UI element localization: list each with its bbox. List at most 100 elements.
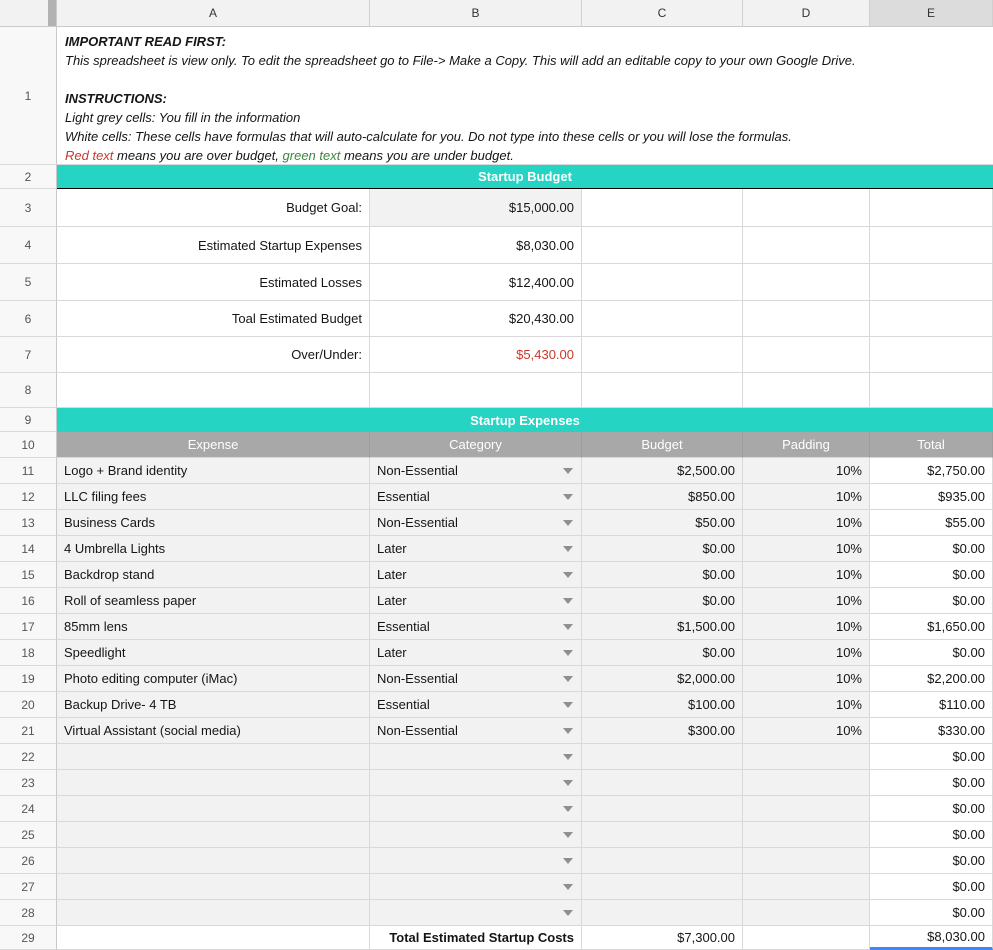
category-dropdown-cell[interactable]: Essential: [370, 484, 582, 510]
column-header-e[interactable]: E: [870, 0, 993, 27]
budget-label-cell[interactable]: Toal Estimated Budget: [57, 301, 370, 337]
column-header-b[interactable]: B: [370, 0, 582, 27]
chevron-down-icon[interactable]: [563, 572, 573, 578]
budget-label-cell[interactable]: Over/Under:: [57, 337, 370, 373]
padding-cell[interactable]: [743, 822, 870, 848]
row-number[interactable]: 23: [0, 770, 57, 796]
budget-cell[interactable]: $0.00: [582, 640, 743, 666]
row-number[interactable]: 29: [0, 926, 57, 950]
expense-cell[interactable]: [57, 900, 370, 926]
header-expense[interactable]: Expense: [57, 432, 370, 458]
expense-cell[interactable]: [57, 796, 370, 822]
chevron-down-icon[interactable]: [563, 728, 573, 734]
total-cell[interactable]: $0.00: [870, 822, 993, 848]
budget-cell[interactable]: [582, 822, 743, 848]
budget-banner[interactable]: Startup Budget: [57, 165, 993, 189]
budget-cell[interactable]: [582, 770, 743, 796]
chevron-down-icon[interactable]: [563, 780, 573, 786]
chevron-down-icon[interactable]: [563, 858, 573, 864]
budget-cell[interactable]: $850.00: [582, 484, 743, 510]
padding-cell[interactable]: 10%: [743, 640, 870, 666]
chevron-down-icon[interactable]: [563, 754, 573, 760]
total-cell[interactable]: $0.00: [870, 744, 993, 770]
padding-cell[interactable]: 10%: [743, 692, 870, 718]
row-number[interactable]: 14: [0, 536, 57, 562]
budget-value-cell[interactable]: $12,400.00: [370, 264, 582, 301]
empty-cell[interactable]: [870, 301, 993, 337]
row-number[interactable]: 17: [0, 614, 57, 640]
budget-cell[interactable]: $300.00: [582, 718, 743, 744]
padding-cell[interactable]: 10%: [743, 718, 870, 744]
row-number[interactable]: 10: [0, 432, 57, 458]
row-number[interactable]: 5: [0, 264, 57, 301]
row-number[interactable]: 21: [0, 718, 57, 744]
category-dropdown-cell[interactable]: [370, 744, 582, 770]
category-dropdown-cell[interactable]: [370, 848, 582, 874]
category-dropdown-cell[interactable]: Non-Essential: [370, 510, 582, 536]
row-number[interactable]: 6: [0, 301, 57, 337]
row-number[interactable]: 16: [0, 588, 57, 614]
expense-cell[interactable]: Speedlight: [57, 640, 370, 666]
padding-cell[interactable]: 10%: [743, 536, 870, 562]
total-cell[interactable]: $0.00: [870, 536, 993, 562]
budget-cell[interactable]: $0.00: [582, 588, 743, 614]
chevron-down-icon[interactable]: [563, 884, 573, 890]
expense-cell[interactable]: [57, 874, 370, 900]
empty-cell[interactable]: [870, 373, 993, 408]
chevron-down-icon[interactable]: [563, 910, 573, 916]
column-header-c[interactable]: C: [582, 0, 743, 27]
category-dropdown-cell[interactable]: Essential: [370, 692, 582, 718]
row-number[interactable]: 1: [0, 27, 57, 165]
total-cell[interactable]: $0.00: [870, 874, 993, 900]
budget-cell[interactable]: [582, 900, 743, 926]
header-total[interactable]: Total: [870, 432, 993, 458]
row-number[interactable]: 19: [0, 666, 57, 692]
padding-cell[interactable]: 10%: [743, 458, 870, 484]
expense-cell[interactable]: [57, 744, 370, 770]
budget-cell[interactable]: $0.00: [582, 536, 743, 562]
empty-cell[interactable]: [743, 373, 870, 408]
total-cell[interactable]: $110.00: [870, 692, 993, 718]
header-budget[interactable]: Budget: [582, 432, 743, 458]
expense-cell[interactable]: [57, 848, 370, 874]
empty-cell[interactable]: [582, 264, 743, 301]
expense-cell[interactable]: 85mm lens: [57, 614, 370, 640]
empty-cell[interactable]: [582, 189, 743, 227]
grand-total-cell[interactable]: $8,030.00: [870, 926, 993, 950]
total-cell[interactable]: $1,650.00: [870, 614, 993, 640]
expense-cell[interactable]: 4 Umbrella Lights: [57, 536, 370, 562]
padding-cell[interactable]: [743, 796, 870, 822]
empty-cell[interactable]: [57, 926, 370, 950]
category-dropdown-cell[interactable]: Essential: [370, 614, 582, 640]
header-padding[interactable]: Padding: [743, 432, 870, 458]
total-cell[interactable]: $330.00: [870, 718, 993, 744]
padding-cell[interactable]: 10%: [743, 510, 870, 536]
expense-cell[interactable]: Backup Drive- 4 TB: [57, 692, 370, 718]
padding-cell[interactable]: [743, 900, 870, 926]
expense-cell[interactable]: [57, 770, 370, 796]
chevron-down-icon[interactable]: [563, 702, 573, 708]
row-number[interactable]: 9: [0, 408, 57, 432]
row-number[interactable]: 15: [0, 562, 57, 588]
category-dropdown-cell[interactable]: [370, 900, 582, 926]
row-number[interactable]: 7: [0, 337, 57, 373]
chevron-down-icon[interactable]: [563, 546, 573, 552]
row-number[interactable]: 8: [0, 373, 57, 408]
expense-cell[interactable]: Logo + Brand identity: [57, 458, 370, 484]
row-number[interactable]: 11: [0, 458, 57, 484]
empty-cell[interactable]: [870, 227, 993, 264]
empty-cell[interactable]: [582, 337, 743, 373]
total-cell[interactable]: $0.00: [870, 796, 993, 822]
expense-cell[interactable]: LLC filing fees: [57, 484, 370, 510]
total-cell[interactable]: $0.00: [870, 562, 993, 588]
empty-cell[interactable]: [743, 264, 870, 301]
chevron-down-icon[interactable]: [563, 676, 573, 682]
padding-cell[interactable]: [743, 744, 870, 770]
budget-value-cell[interactable]: $20,430.00: [370, 301, 582, 337]
expense-cell[interactable]: Backdrop stand: [57, 562, 370, 588]
budget-cell[interactable]: [582, 848, 743, 874]
chevron-down-icon[interactable]: [563, 832, 573, 838]
empty-cell[interactable]: [582, 373, 743, 408]
budget-cell[interactable]: $0.00: [582, 562, 743, 588]
row-number[interactable]: 20: [0, 692, 57, 718]
